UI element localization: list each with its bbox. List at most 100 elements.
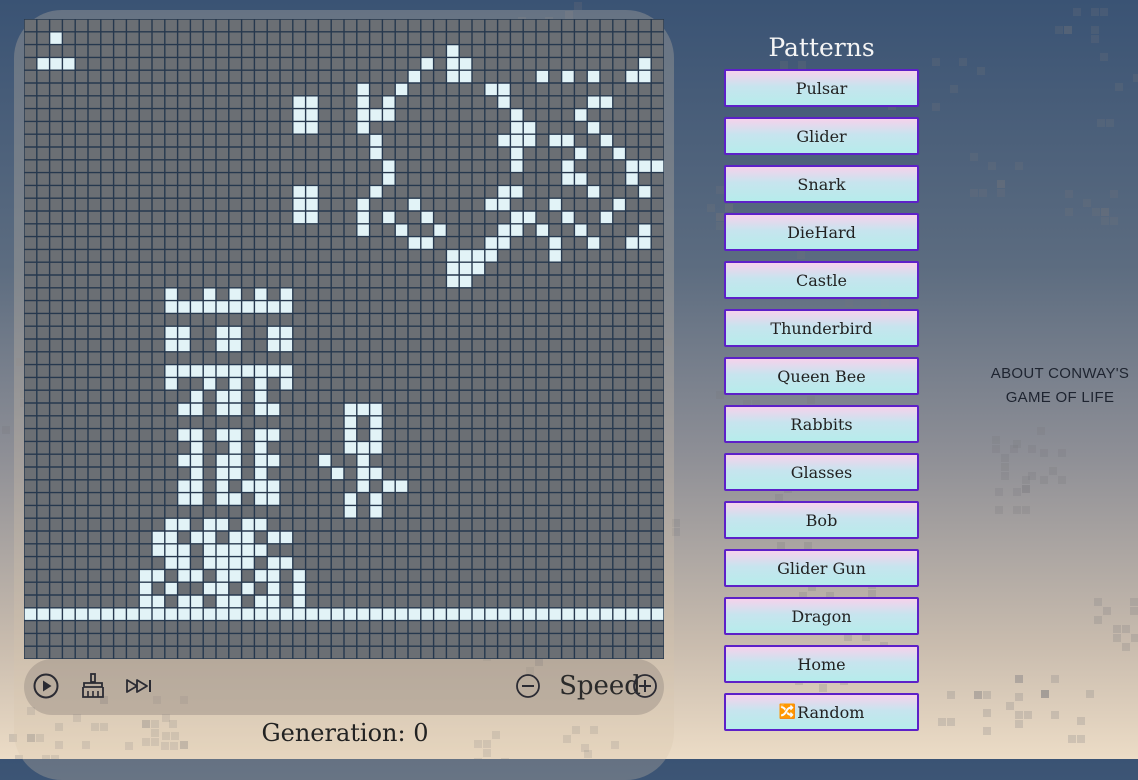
- live-cell[interactable]: [305, 185, 319, 199]
- live-cell[interactable]: [228, 403, 242, 416]
- live-cell[interactable]: [177, 607, 191, 621]
- clear-button[interactable]: [80, 672, 106, 700]
- live-cell[interactable]: [574, 172, 588, 186]
- live-cell[interactable]: [267, 339, 280, 352]
- live-cell[interactable]: [190, 531, 204, 544]
- live-cell[interactable]: [510, 185, 524, 199]
- live-cell[interactable]: [292, 95, 306, 109]
- play-button[interactable]: [32, 672, 60, 700]
- live-cell[interactable]: [190, 569, 204, 583]
- live-cell[interactable]: [177, 543, 191, 557]
- live-cell[interactable]: [228, 467, 242, 480]
- pattern-button-pulsar[interactable]: Pulsar: [724, 69, 919, 107]
- live-cell[interactable]: [356, 454, 370, 467]
- live-cell[interactable]: [190, 428, 204, 442]
- live-cell[interactable]: [433, 223, 447, 237]
- live-cell[interactable]: [203, 556, 216, 570]
- live-cell[interactable]: [139, 607, 152, 621]
- live-cell[interactable]: [216, 300, 229, 314]
- live-cell[interactable]: [561, 607, 575, 621]
- live-cell[interactable]: [280, 339, 293, 352]
- live-cell[interactable]: [267, 582, 280, 595]
- live-cell[interactable]: [548, 607, 562, 621]
- live-cell[interactable]: [420, 236, 434, 250]
- live-cell[interactable]: [152, 543, 165, 557]
- live-cell[interactable]: [356, 403, 370, 416]
- live-cell[interactable]: [190, 595, 204, 608]
- live-cell[interactable]: [600, 211, 613, 224]
- live-cell[interactable]: [651, 159, 664, 173]
- live-cell[interactable]: [152, 595, 165, 608]
- live-cell[interactable]: [497, 134, 511, 147]
- live-cell[interactable]: [356, 108, 370, 122]
- live-cell[interactable]: [497, 83, 511, 96]
- live-cell[interactable]: [228, 326, 242, 339]
- live-cell[interactable]: [177, 595, 191, 608]
- live-cell[interactable]: [408, 607, 421, 621]
- live-cell[interactable]: [190, 467, 204, 480]
- live-cell[interactable]: [228, 377, 242, 391]
- live-cell[interactable]: [395, 479, 408, 493]
- live-cell[interactable]: [126, 607, 140, 621]
- live-cell[interactable]: [113, 607, 127, 621]
- live-cell[interactable]: [369, 185, 383, 199]
- live-cell[interactable]: [574, 223, 588, 237]
- live-cell[interactable]: [510, 211, 524, 224]
- live-cell[interactable]: [190, 492, 204, 506]
- live-cell[interactable]: [267, 556, 280, 570]
- live-cell[interactable]: [369, 467, 383, 480]
- live-cell[interactable]: [510, 223, 524, 237]
- live-cell[interactable]: [382, 95, 396, 109]
- pattern-button-dragon[interactable]: Dragon: [724, 597, 919, 635]
- live-cell[interactable]: [62, 607, 76, 621]
- live-cell[interactable]: [536, 223, 549, 237]
- live-cell[interactable]: [177, 428, 191, 442]
- live-cell[interactable]: [523, 607, 536, 621]
- live-cell[interactable]: [587, 185, 600, 199]
- live-cell[interactable]: [612, 147, 626, 160]
- live-cell[interactable]: [587, 95, 600, 109]
- live-cell[interactable]: [203, 287, 216, 301]
- live-cell[interactable]: [203, 518, 216, 531]
- live-cell[interactable]: [164, 300, 178, 314]
- live-cell[interactable]: [305, 108, 319, 122]
- live-cell[interactable]: [395, 223, 408, 237]
- live-cell[interactable]: [228, 595, 242, 608]
- live-cell[interactable]: [344, 428, 357, 442]
- live-cell[interactable]: [510, 607, 524, 621]
- live-cell[interactable]: [228, 492, 242, 506]
- pattern-button-glider-gun[interactable]: Glider Gun: [724, 549, 919, 587]
- live-cell[interactable]: [625, 70, 639, 83]
- live-cell[interactable]: [254, 428, 268, 442]
- live-cell[interactable]: [228, 339, 242, 352]
- live-cell[interactable]: [254, 403, 268, 416]
- live-cell[interactable]: [484, 249, 498, 263]
- live-cell[interactable]: [164, 377, 178, 391]
- live-cell[interactable]: [446, 249, 460, 263]
- live-cell[interactable]: [305, 211, 319, 224]
- live-cell[interactable]: [638, 236, 652, 250]
- live-cell[interactable]: [152, 531, 165, 544]
- live-cell[interactable]: [241, 543, 255, 557]
- live-cell[interactable]: [574, 607, 588, 621]
- live-cell[interactable]: [254, 390, 268, 403]
- live-cell[interactable]: [164, 582, 178, 595]
- pattern-button-random[interactable]: 🔀 Random: [724, 693, 919, 731]
- live-cell[interactable]: [292, 211, 306, 224]
- live-cell[interactable]: [267, 569, 280, 583]
- live-cell[interactable]: [267, 300, 280, 314]
- live-cell[interactable]: [344, 607, 357, 621]
- live-cell[interactable]: [472, 607, 485, 621]
- live-cell[interactable]: [446, 70, 460, 83]
- live-cell[interactable]: [561, 134, 575, 147]
- live-cell[interactable]: [369, 505, 383, 519]
- live-cell[interactable]: [356, 467, 370, 480]
- live-cell[interactable]: [254, 595, 268, 608]
- live-cell[interactable]: [356, 211, 370, 224]
- live-cell[interactable]: [497, 95, 511, 109]
- live-cell[interactable]: [190, 441, 204, 455]
- live-cell[interactable]: [318, 607, 332, 621]
- speed-up-button[interactable]: [631, 672, 659, 700]
- live-cell[interactable]: [587, 70, 600, 83]
- pattern-button-bob[interactable]: Bob: [724, 501, 919, 539]
